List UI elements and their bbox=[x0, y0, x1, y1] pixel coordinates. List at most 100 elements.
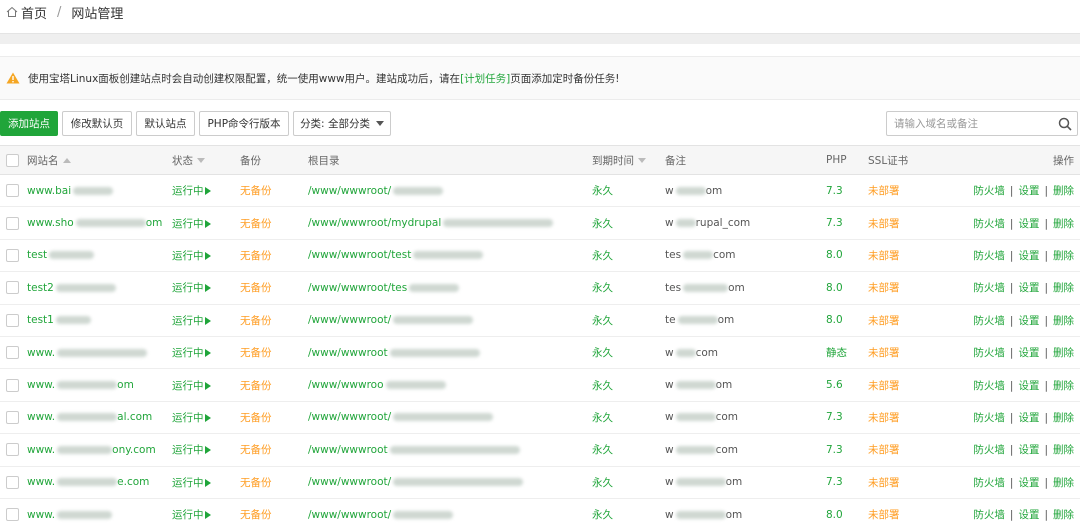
root-path-link[interactable]: /www/wwwroot/ bbox=[308, 411, 391, 423]
expire-link[interactable]: 永久 bbox=[592, 347, 613, 359]
status-cell[interactable]: 运行中 bbox=[172, 466, 240, 499]
status-cell[interactable]: 运行中 bbox=[172, 174, 240, 208]
remark-text[interactable]: w bbox=[665, 509, 674, 521]
status-text[interactable]: 运行中 bbox=[172, 380, 204, 392]
ssl-cell[interactable]: 未部署 bbox=[868, 206, 943, 240]
php-cell[interactable]: 7.3 bbox=[826, 206, 868, 240]
php-version-link[interactable]: 5.6 bbox=[826, 379, 843, 391]
site-name-link[interactable]: test1 bbox=[27, 314, 54, 326]
status-text[interactable]: 运行中 bbox=[172, 218, 204, 230]
remark-cell[interactable]: tes om bbox=[665, 271, 826, 305]
expire-cell[interactable]: 永久 bbox=[592, 433, 665, 467]
table-row[interactable]: www. 运行中 无备份/www/wwwroot 永久 w com 静态 未部署 防火墙 | 设置 |… bbox=[0, 336, 1080, 370]
firewall-link[interactable]: 防火墙 bbox=[973, 509, 1005, 521]
ssl-cell[interactable]: 未部署 bbox=[868, 239, 943, 273]
expire-link[interactable]: 永久 bbox=[592, 412, 613, 424]
site-name-suffix[interactable]: e.com bbox=[117, 476, 149, 488]
expire-link[interactable]: 永久 bbox=[592, 444, 613, 456]
status-cell[interactable]: 运行中 bbox=[172, 271, 240, 305]
row-checkbox[interactable] bbox=[6, 443, 19, 457]
remark-cell[interactable]: w om bbox=[665, 174, 826, 208]
backup-link[interactable]: 无备份 bbox=[240, 315, 272, 327]
status-cell[interactable]: 运行中 bbox=[172, 433, 240, 467]
add-site-button[interactable]: 添加站点 bbox=[0, 111, 58, 136]
php-cell[interactable]: 5.6 bbox=[826, 368, 868, 402]
column-header-name[interactable]: 网站名 bbox=[27, 145, 172, 175]
status-text[interactable]: 运行中 bbox=[172, 412, 204, 424]
status-text[interactable]: 运行中 bbox=[172, 509, 204, 521]
remark-text[interactable]: te bbox=[665, 314, 676, 326]
delete-link[interactable]: 删除 bbox=[1053, 218, 1074, 230]
php-cell[interactable]: 8.0 bbox=[826, 498, 868, 530]
firewall-link[interactable]: 防火墙 bbox=[973, 380, 1005, 392]
expire-link[interactable]: 永久 bbox=[592, 380, 613, 392]
root-path-link[interactable]: /www/wwwroot/mydrupal bbox=[308, 217, 441, 229]
remark-text[interactable]: w bbox=[665, 476, 674, 488]
site-name-cell[interactable]: www. al.com bbox=[27, 401, 172, 435]
root-path-link[interactable]: /www/wwwroot/ bbox=[308, 185, 391, 197]
firewall-link[interactable]: 防火墙 bbox=[973, 218, 1005, 230]
ssl-cell[interactable]: 未部署 bbox=[868, 498, 943, 530]
expire-cell[interactable]: 永久 bbox=[592, 498, 665, 530]
site-name-cell[interactable]: www. bbox=[27, 336, 172, 370]
status-cell[interactable]: 运行中 bbox=[172, 368, 240, 402]
status-text[interactable]: 运行中 bbox=[172, 282, 204, 294]
php-cell[interactable]: 8.0 bbox=[826, 271, 868, 305]
column-header-status[interactable]: 状态 bbox=[172, 145, 240, 175]
php-version-link[interactable]: 7.3 bbox=[826, 476, 843, 488]
backup-link[interactable]: 无备份 bbox=[240, 380, 272, 392]
site-name-link[interactable]: www. bbox=[27, 379, 55, 391]
status-cell[interactable]: 运行中 bbox=[172, 401, 240, 435]
row-checkbox[interactable] bbox=[6, 475, 19, 489]
table-row[interactable]: www. om 运行中 无备份/www/wwwroo 永久 w om 5.6 未部署 防火墙 | 设置… bbox=[0, 368, 1080, 402]
modify-default-page-button[interactable]: 修改默认页 bbox=[62, 111, 132, 136]
site-name-cell[interactable]: www. ony.com bbox=[27, 433, 172, 467]
backup-cell[interactable]: 无备份 bbox=[240, 368, 308, 402]
site-name-cell[interactable]: www. om bbox=[27, 368, 172, 402]
root-cell[interactable]: /www/wwwroot/tes bbox=[308, 271, 592, 305]
schedule-task-link[interactable]: [计划任务] bbox=[460, 71, 510, 86]
backup-link[interactable]: 无备份 bbox=[240, 185, 272, 197]
expire-link[interactable]: 永久 bbox=[592, 509, 613, 521]
site-name-link[interactable]: www. bbox=[27, 509, 55, 521]
ssl-link[interactable]: 未部署 bbox=[868, 185, 900, 197]
backup-link[interactable]: 无备份 bbox=[240, 444, 272, 456]
root-cell[interactable]: /www/wwwroot bbox=[308, 433, 592, 467]
site-name-link[interactable]: www. bbox=[27, 476, 55, 488]
backup-link[interactable]: 无备份 bbox=[240, 477, 272, 489]
firewall-link[interactable]: 防火墙 bbox=[973, 477, 1005, 489]
remark-text[interactable]: w bbox=[665, 411, 674, 423]
backup-link[interactable]: 无备份 bbox=[240, 412, 272, 424]
remark-text-end[interactable]: rupal_com bbox=[696, 217, 751, 229]
firewall-link[interactable]: 防火墙 bbox=[973, 315, 1005, 327]
site-name-link[interactable]: www.sho bbox=[27, 217, 74, 229]
remark-text[interactable]: w bbox=[665, 347, 674, 359]
ssl-link[interactable]: 未部署 bbox=[868, 477, 900, 489]
delete-link[interactable]: 删除 bbox=[1053, 444, 1074, 456]
status-cell[interactable]: 运行中 bbox=[172, 336, 240, 370]
root-cell[interactable]: /www/wwwroot bbox=[308, 336, 592, 370]
remark-text[interactable]: w bbox=[665, 217, 674, 229]
root-path-link[interactable]: /www/wwwroot/tes bbox=[308, 282, 407, 294]
delete-link[interactable]: 删除 bbox=[1053, 315, 1074, 327]
status-text[interactable]: 运行中 bbox=[172, 444, 204, 456]
ssl-link[interactable]: 未部署 bbox=[868, 509, 900, 521]
status-cell[interactable]: 运行中 bbox=[172, 239, 240, 273]
table-row[interactable]: test2 运行中 无备份/www/wwwroot/tes 永久 tes om 8.0 未部署… bbox=[0, 271, 1080, 305]
expire-cell[interactable]: 永久 bbox=[592, 271, 665, 305]
php-version-link[interactable]: 7.3 bbox=[826, 185, 843, 197]
settings-link[interactable]: 设置 bbox=[1018, 380, 1039, 392]
row-checkbox[interactable] bbox=[6, 508, 19, 522]
backup-link[interactable]: 无备份 bbox=[240, 250, 272, 262]
firewall-link[interactable]: 防火墙 bbox=[973, 412, 1005, 424]
remark-text[interactable]: w bbox=[665, 444, 674, 456]
root-cell[interactable]: /www/wwwroot/ bbox=[308, 498, 592, 530]
settings-link[interactable]: 设置 bbox=[1018, 412, 1039, 424]
php-cell[interactable]: 8.0 bbox=[826, 239, 868, 273]
ssl-cell[interactable]: 未部署 bbox=[868, 433, 943, 467]
home-icon[interactable] bbox=[6, 6, 18, 18]
remark-cell[interactable]: tes com bbox=[665, 239, 826, 273]
expire-cell[interactable]: 永久 bbox=[592, 239, 665, 273]
backup-cell[interactable]: 无备份 bbox=[240, 239, 308, 273]
backup-cell[interactable]: 无备份 bbox=[240, 304, 308, 337]
